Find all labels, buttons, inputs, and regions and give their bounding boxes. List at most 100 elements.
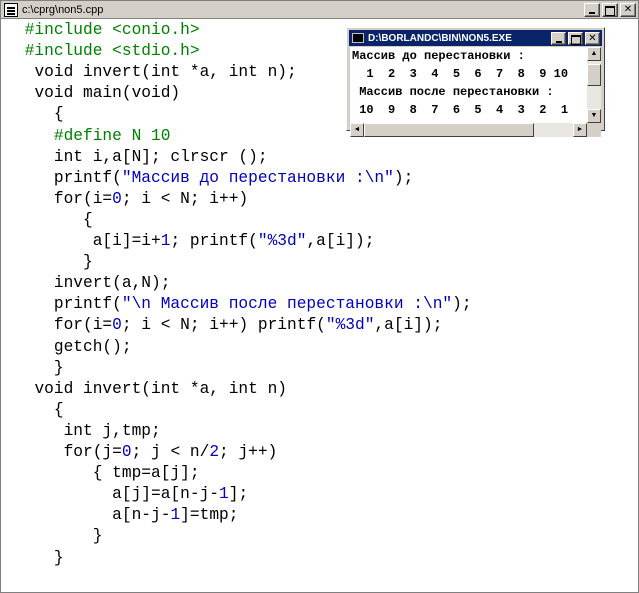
- code-token: {: [83, 210, 93, 229]
- code-line[interactable]: invert(a,N);: [15, 273, 171, 294]
- literal-token: 0: [112, 189, 122, 208]
- code-line[interactable]: #define N 10: [15, 126, 171, 147]
- code-line[interactable]: {: [15, 210, 93, 231]
- code-token: for(i=: [53, 189, 113, 208]
- code-token: printf(: [53, 168, 122, 187]
- literal-token: "%3d": [257, 232, 307, 250]
- code-line[interactable]: a[n-j-1]=tmp;: [15, 505, 238, 526]
- code-line[interactable]: }: [15, 548, 64, 569]
- horizontal-scrollbar[interactable]: ◄ ►: [350, 123, 587, 137]
- code-line[interactable]: {: [15, 400, 64, 421]
- vertical-scroll-thumb[interactable]: [587, 64, 601, 86]
- code-token: ];: [228, 485, 249, 504]
- literal-token: 0: [121, 443, 132, 461]
- code-token: void invert(int *a, int n): [34, 379, 288, 398]
- code-line[interactable]: printf("Массив до перестановки :\n");: [15, 168, 413, 189]
- code-token: a[n-j-: [112, 506, 171, 525]
- literal-token: 2: [209, 443, 220, 461]
- code-line[interactable]: for(j=0; j < n/2; j++): [15, 442, 278, 463]
- code-line[interactable]: {: [15, 104, 64, 125]
- code-token: for(i=: [53, 316, 113, 335]
- code-line[interactable]: a[i]=i+1; printf("%3d",a[i]);: [15, 231, 375, 252]
- code-line[interactable]: void invert(int *a, int n);: [15, 62, 296, 83]
- literal-token: 1: [219, 485, 229, 504]
- code-token: ]=tmp;: [180, 506, 239, 525]
- maximize-button[interactable]: [602, 2, 618, 17]
- console-minimize-button[interactable]: [551, 31, 566, 45]
- minimize-button[interactable]: [584, 2, 600, 17]
- scroll-left-icon[interactable]: ◄: [350, 123, 364, 137]
- console-line: 10 9 8 7 6 5 4 3 2 1: [352, 103, 569, 117]
- scroll-right-icon[interactable]: ►: [573, 123, 587, 137]
- close-button[interactable]: ✕: [620, 2, 636, 17]
- code-token: printf(: [53, 295, 122, 314]
- horizontal-scroll-thumb[interactable]: [364, 123, 534, 137]
- code-line[interactable]: for(i=0; i < N; i++): [15, 189, 248, 210]
- code-line[interactable]: }: [15, 252, 93, 273]
- code-line[interactable]: printf("\n Массив после перестановки :\n…: [15, 294, 472, 315]
- code-token: ; j++): [219, 443, 278, 461]
- code-line[interactable]: }: [15, 358, 64, 379]
- console-titlebar[interactable]: D:\BORLANDC\BIN\NON5.EXE ✕: [349, 30, 602, 46]
- code-token: }: [92, 527, 103, 546]
- code-line[interactable]: #include <stdio.h>: [15, 41, 200, 62]
- code-token: ; i < N; i++) printf(: [121, 316, 326, 335]
- code-token: ,a[i]);: [374, 316, 443, 335]
- code-token: ,a[i]);: [306, 232, 375, 250]
- preprocessor-token: #define N 10: [53, 126, 171, 145]
- console-icon: [352, 33, 364, 43]
- code-line[interactable]: getch();: [15, 337, 132, 358]
- code-line[interactable]: void main(void): [15, 83, 180, 104]
- console-line: 1 2 3 4 5 6 7 8 9 10: [352, 67, 569, 81]
- console-line: Массив после перестановки :: [352, 85, 554, 99]
- code-line[interactable]: }: [15, 526, 103, 547]
- preprocessor-token: #include <stdio.h>: [24, 42, 200, 61]
- console-maximize-button[interactable]: [568, 31, 583, 45]
- code-line[interactable]: #include <conio.h>: [15, 20, 200, 41]
- code-token: int i,a[N]; clrscr ();: [53, 147, 268, 166]
- vertical-scrollbar[interactable]: ▲ ▼: [587, 47, 601, 123]
- literal-token: "Массив до перестановки :\n": [121, 168, 394, 187]
- code-line[interactable]: int j,tmp;: [15, 421, 161, 442]
- code-token: invert(a,N);: [53, 274, 171, 293]
- document-icon: [4, 2, 18, 17]
- code-token: );: [452, 295, 472, 314]
- literal-token: 0: [112, 316, 122, 335]
- code-token: ; i < N; i++): [121, 189, 249, 208]
- scroll-up-icon[interactable]: ▲: [587, 47, 601, 61]
- code-token: getch();: [53, 337, 132, 356]
- code-line[interactable]: for(i=0; i < N; i++) printf("%3d",a[i]);: [15, 315, 443, 336]
- literal-token: "%3d": [325, 316, 375, 335]
- console-close-button[interactable]: ✕: [585, 31, 600, 45]
- scroll-down-icon[interactable]: ▼: [587, 109, 601, 123]
- code-token: }: [83, 253, 93, 272]
- editor-titlebar[interactable]: c:\cprg\non5.cpp ✕: [1, 1, 638, 19]
- code-line[interactable]: a[j]=a[n-j-1];: [15, 484, 248, 505]
- console-line: Массив до перестановки :: [352, 49, 525, 63]
- code-token: {: [53, 400, 64, 419]
- code-line[interactable]: { tmp=a[j];: [15, 463, 200, 484]
- code-line[interactable]: void invert(int *a, int n): [15, 379, 287, 400]
- size-grip[interactable]: [587, 123, 601, 137]
- code-token: a[i]=i+: [92, 232, 161, 250]
- editor-title: c:\cprg\non5.cpp: [22, 3, 104, 16]
- code-token: }: [53, 358, 64, 377]
- code-line[interactable]: int i,a[N]; clrscr ();: [15, 147, 268, 168]
